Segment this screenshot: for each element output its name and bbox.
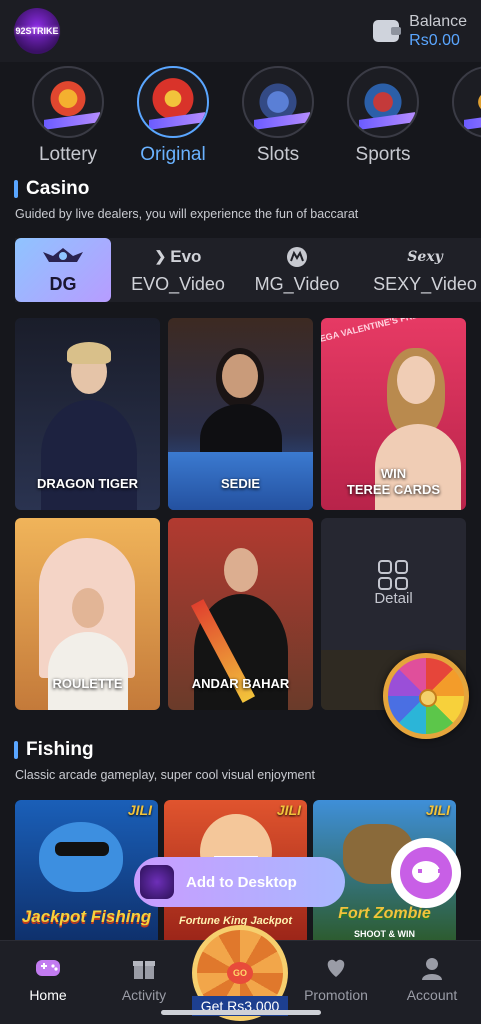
lucky-wheel-icon[interactable] <box>383 653 469 739</box>
game-card-roulette[interactable]: ROULETTE <box>15 518 160 710</box>
nav-home[interactable]: Home <box>0 955 96 1003</box>
nav-promotion[interactable]: Promotion <box>288 955 384 1003</box>
nav-label: Home <box>29 987 67 1003</box>
grid-icon <box>378 560 408 590</box>
game-title: ROULETTE <box>52 676 123 691</box>
brand-label: JILI <box>276 802 301 818</box>
slot-machine-icon <box>242 66 314 138</box>
heart-hands-icon <box>322 955 350 981</box>
provider-name: SEXY_Video <box>373 273 477 294</box>
top-header: 92STRIKE Balance Rs0.00 <box>0 0 481 62</box>
nav-label: Activity <box>121 987 167 1003</box>
game-card-andar-bahar[interactable]: ANDAR BAHAR <box>168 518 313 710</box>
app-shortcut-icon <box>140 865 174 899</box>
nav-label: Account <box>406 987 458 1003</box>
game-title: Jackpot Fishing <box>21 907 152 926</box>
category-label: Sports <box>355 144 411 165</box>
balance-widget[interactable]: Balance Rs0.00 <box>373 12 467 50</box>
fishing-title: Fishing <box>26 739 94 760</box>
balance-label: Balance <box>409 13 467 30</box>
balance-text: Balance Rs0.00 <box>409 12 467 50</box>
category-partial[interactable]: C <box>443 66 481 166</box>
category-original[interactable]: Original <box>128 66 218 166</box>
fishing-section-title: Fishing <box>14 739 94 761</box>
provider-tabs: DG ❯ Evo EVO_Video MG_Video Sexy SEXY_Vid… <box>15 238 481 302</box>
title-accent-bar <box>14 741 18 759</box>
game-title: WIN TEREE CARDS <box>346 466 441 497</box>
add-to-desktop-button[interactable]: Add to Desktop <box>134 857 345 907</box>
fishing-subtitle: Classic arcade gameplay, super cool visu… <box>15 768 315 782</box>
wallet-icon <box>373 20 402 42</box>
provider-tab-mg[interactable]: MG_Video <box>247 238 347 302</box>
game-title: DRAGON TIGER <box>36 476 139 491</box>
gamepad-icon <box>34 955 62 981</box>
category-sports[interactable]: Sports <box>338 66 428 166</box>
add-to-desktop-label: Add to Desktop <box>186 873 297 891</box>
category-row: Lottery Original Slots Sports C <box>0 62 481 172</box>
category-label: Lottery <box>38 144 98 165</box>
provider-name: EVO_Video <box>131 273 225 294</box>
home-indicator <box>161 1010 321 1015</box>
casino-subtitle: Guided by live dealers, you will experie… <box>15 207 359 221</box>
logo-text: 92STRIKE <box>15 26 59 36</box>
provider-tab-sexy[interactable]: Sexy SEXY_Video <box>365 238 481 302</box>
lottery-balls-icon <box>32 66 104 138</box>
casino-title: Casino <box>26 178 90 199</box>
casino-section-title: Casino <box>14 178 89 200</box>
nav-account[interactable]: Account <box>384 955 480 1003</box>
category-slots[interactable]: Slots <box>233 66 323 166</box>
game-title: ANDAR BAHAR <box>191 676 290 691</box>
dg-logo-icon <box>39 246 87 268</box>
nav-activity[interactable]: Activity <box>96 955 192 1003</box>
detail-label: Detail <box>374 590 413 607</box>
user-icon <box>418 955 446 981</box>
game-card-sedie[interactable]: SEDIE <box>168 318 313 510</box>
app-logo[interactable]: 92STRIKE <box>14 8 60 54</box>
plane-coins-icon <box>137 66 209 138</box>
brand-label: JILI <box>425 802 450 818</box>
game-card-win-teree-cards[interactable]: MEGA VALENTINE'S FREE WIN TEREE CARDS <box>321 318 466 510</box>
game-title: Fort Zombie <box>338 905 431 922</box>
game-title: SEDIE <box>220 476 260 491</box>
sexy-logo-icon: Sexy <box>407 246 443 268</box>
nav-label: Promotion <box>304 987 368 1003</box>
category-label: Original <box>140 144 206 165</box>
brand-label: JILI <box>127 802 152 818</box>
category-label: Slots <box>256 144 300 165</box>
provider-tab-dg[interactable]: DG <box>15 238 111 302</box>
support-chat-button[interactable] <box>391 838 461 908</box>
evo-logo-icon: ❯ Evo <box>154 246 202 266</box>
balance-value: Rs0.00 <box>409 32 460 49</box>
provider-tab-evo[interactable]: ❯ Evo EVO_Video <box>128 238 228 302</box>
provider-name: MG_Video <box>254 273 340 294</box>
game-card-dragon-tiger[interactable]: DRAGON TIGER <box>15 318 160 510</box>
sports-players-icon <box>347 66 419 138</box>
chat-icon <box>400 847 452 899</box>
partial-category-icon <box>452 66 481 138</box>
sexy-logo-text: Sexy <box>407 248 443 265</box>
mg-logo-icon <box>284 246 310 268</box>
provider-name: DG <box>49 273 77 294</box>
game-tagline: SHOOT & WIN <box>354 929 415 939</box>
gift-icon <box>130 955 158 981</box>
title-accent-bar <box>14 180 18 198</box>
shark-image <box>39 822 123 892</box>
evo-logo-text: Evo <box>170 246 202 266</box>
category-lottery[interactable]: Lottery <box>23 66 113 166</box>
